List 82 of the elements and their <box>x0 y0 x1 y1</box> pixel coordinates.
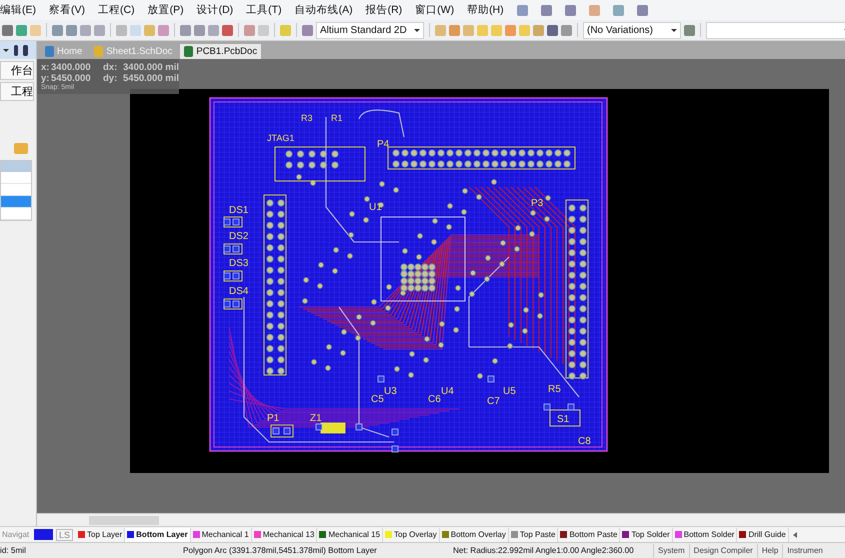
toolbar-icon[interactable] <box>194 24 205 36</box>
readout-text: 5450.000 <box>51 73 92 84</box>
readout-text: 5450.000 mil <box>123 73 179 84</box>
panel-button[interactable]: Help <box>756 544 782 558</box>
designator-label: C8 <box>578 436 591 447</box>
menu-item[interactable]: 放置(P) <box>148 3 184 17</box>
menu-item[interactable]: 自动布线(A) <box>294 3 353 17</box>
menu-item[interactable]: 察看(V) <box>49 3 85 17</box>
dropdown-icon[interactable] <box>3 48 9 52</box>
designator-label: DS2 <box>229 231 248 242</box>
panel-button[interactable]: 作台 <box>0 61 34 80</box>
panel-button[interactable]: Instrumen <box>782 544 827 558</box>
designator-label: Z1 <box>310 413 322 424</box>
dropdown-field[interactable] <box>706 22 845 38</box>
designator-label: U5 <box>503 386 516 397</box>
menu-item[interactable]: 设计(D) <box>196 3 234 17</box>
designator-label: R3 <box>301 113 313 123</box>
readout-text: 3400.000 mil <box>123 62 179 73</box>
toolbar-icon[interactable] <box>2 24 13 36</box>
toolbar-icon[interactable] <box>505 24 516 36</box>
toolbar-icon[interactable] <box>516 4 528 16</box>
toolbar-icon[interactable] <box>636 4 648 16</box>
designator-label: JTAG1 <box>267 133 294 143</box>
designator-label: P4 <box>377 139 390 150</box>
menu-item[interactable]: 工程(C) <box>98 3 135 17</box>
toolbar-icon[interactable] <box>564 4 576 16</box>
menu-item[interactable]: 编辑(E) <box>0 3 36 17</box>
readout-text: dx: <box>103 62 118 73</box>
designator-label: U1 <box>369 202 382 213</box>
designator-label: S1 <box>557 414 570 425</box>
toolbar-icon[interactable] <box>158 24 169 36</box>
object-status: Polygon Arc (3391.378mil,5451.378mil) Bottom Layer <box>183 546 378 555</box>
toolbar-icon[interactable] <box>302 24 313 36</box>
designator-label: U3 <box>384 386 397 397</box>
toolbar-icon[interactable] <box>561 24 572 36</box>
layer-tab[interactable]: Bottom Layer <box>125 528 191 542</box>
toolbar-icon[interactable] <box>540 4 552 16</box>
designator-label: U4 <box>441 386 454 397</box>
toolbar-icon[interactable] <box>16 24 27 36</box>
readout-text: y: <box>41 73 50 84</box>
view-dropdown[interactable]: Altium Standard 2D <box>316 22 424 38</box>
readout-text: x: <box>41 62 50 73</box>
folder-icon[interactable] <box>14 143 28 154</box>
toolbar-icon[interactable] <box>684 24 695 36</box>
scroll-left-icon[interactable] <box>792 532 797 538</box>
toolbar-icon[interactable] <box>180 24 191 36</box>
toolbar-icon[interactable] <box>547 24 558 36</box>
toolbar-icon[interactable] <box>222 24 233 36</box>
menu-item[interactable]: 报告(R) <box>366 3 402 17</box>
current-layer-swatch[interactable] <box>34 529 53 540</box>
designator-label: P1 <box>267 413 280 424</box>
toolbar-icon[interactable] <box>80 24 91 36</box>
toolbar-icon[interactable] <box>66 24 77 36</box>
panel-button[interactable]: Design Compiler <box>688 544 757 558</box>
designator-label: R5 <box>548 384 561 395</box>
panel-button[interactable]: 工程 <box>0 82 34 101</box>
designator-label: C5 <box>371 394 384 405</box>
designator-label: DS4 <box>229 286 248 297</box>
document-tab[interactable]: PCB1.PcbDoc <box>180 44 262 59</box>
designator-label: C6 <box>428 394 441 405</box>
readout-text: 3400.000 <box>51 62 92 73</box>
readout-text: dy: <box>103 73 118 84</box>
toolbar-icon[interactable] <box>612 4 624 16</box>
designator-label: DS1 <box>229 205 248 216</box>
toolbar-icon[interactable] <box>244 24 255 36</box>
toolbar-icon[interactable] <box>449 24 460 36</box>
variant-dropdown[interactable]: (No Variations) <box>583 22 681 38</box>
scrollbar-thumb[interactable] <box>89 516 159 524</box>
toolbar-icon[interactable] <box>208 24 219 36</box>
panel-button[interactable]: System <box>653 544 689 558</box>
menu-item[interactable]: 窗口(W) <box>415 3 454 17</box>
grid-status: id: 5mil <box>0 546 27 555</box>
toolbar-icon[interactable] <box>94 24 105 36</box>
menu-item[interactable]: 工具(T) <box>246 3 282 17</box>
designator-label: C7 <box>487 396 500 407</box>
toolbar-icon[interactable] <box>52 24 63 36</box>
designator-label: R1 <box>331 113 343 123</box>
list-row[interactable] <box>1 196 31 208</box>
net-status: Net: Radius:22.992mil Angle1:0.00 Angle2:360.00 <box>453 546 635 555</box>
designator-label: DS3 <box>229 258 248 269</box>
list-header <box>1 161 31 172</box>
menu-item[interactable]: 帮助(H) <box>467 3 504 17</box>
